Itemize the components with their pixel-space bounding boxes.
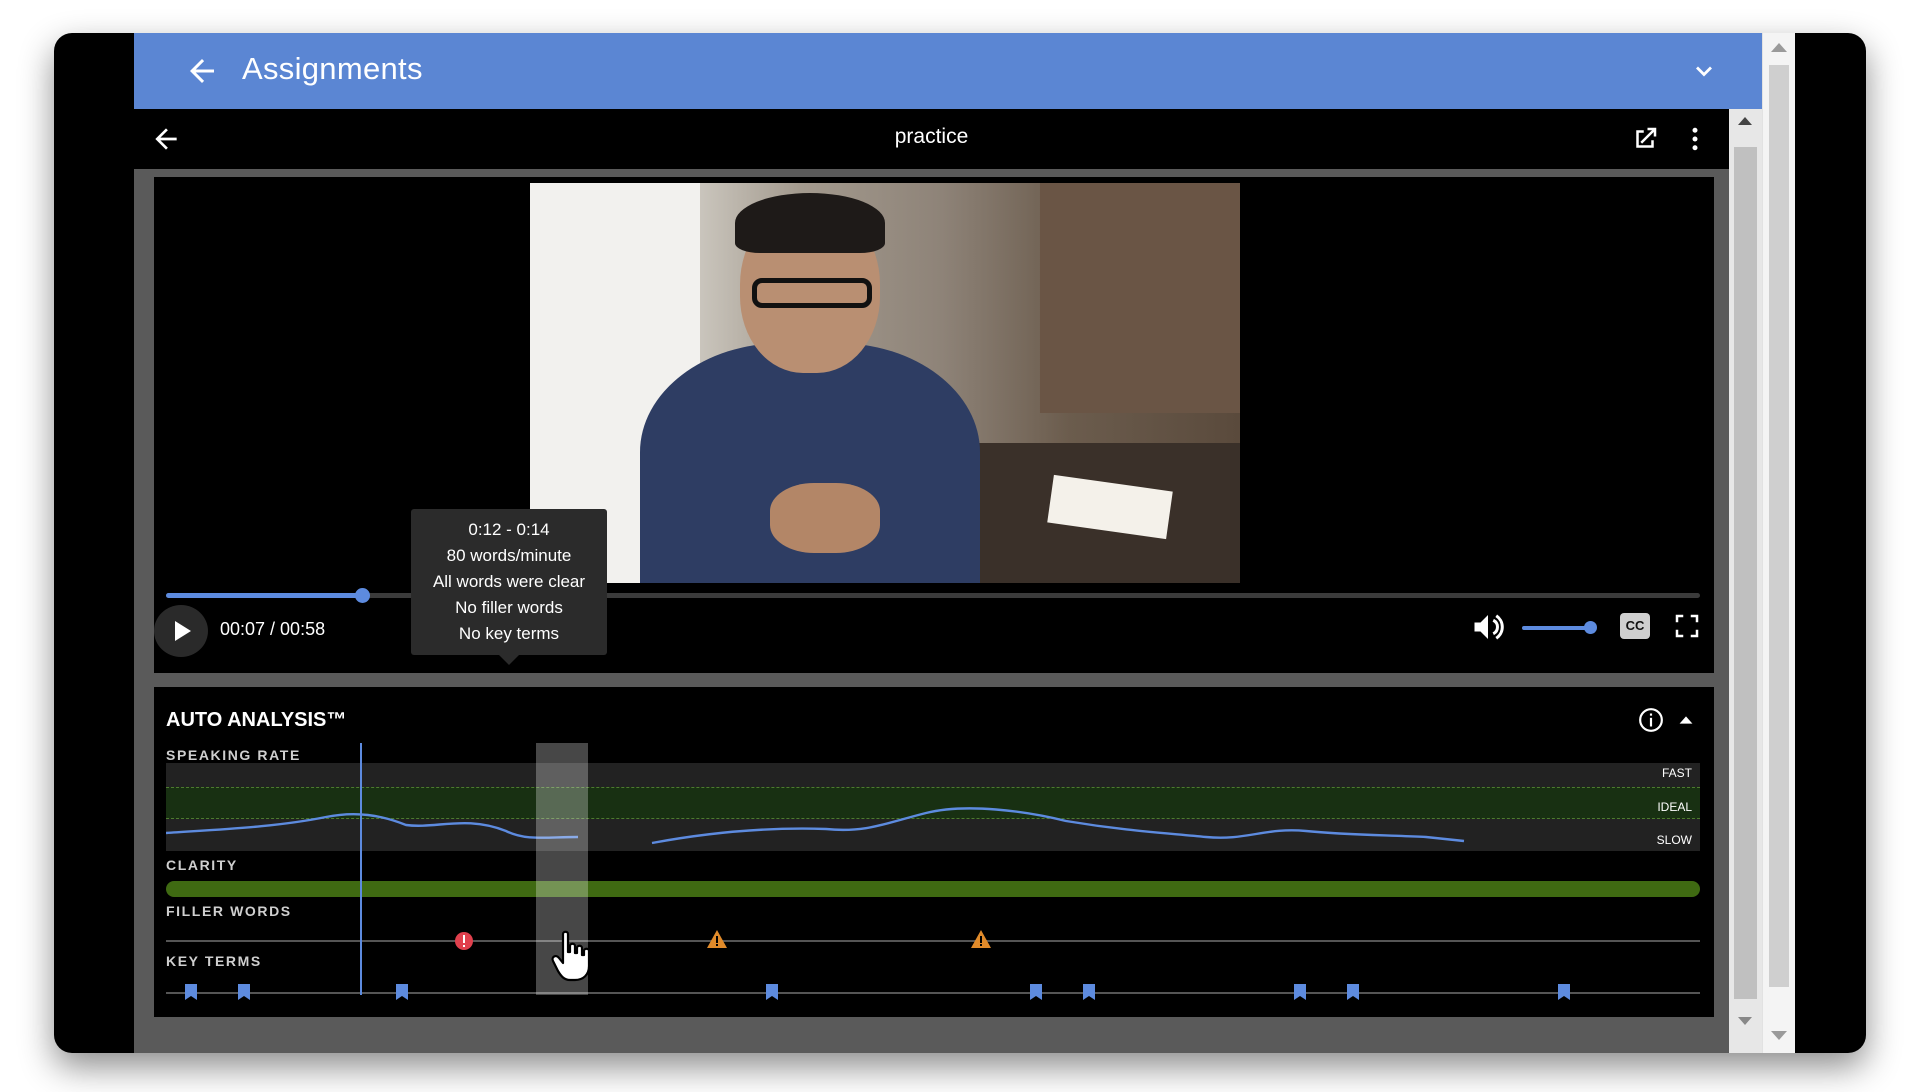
- filler-words-timeline: [166, 940, 1700, 942]
- presenter-hand: [770, 483, 880, 553]
- more-vertical-icon[interactable]: [1680, 124, 1710, 154]
- bookmark-icon[interactable]: [1083, 984, 1095, 1000]
- viewer-scrollbar[interactable]: [1729, 109, 1762, 1053]
- speaking-rate-label: SPEAKING RATE: [166, 747, 301, 763]
- volume-slider-handle[interactable]: [1584, 621, 1597, 634]
- video-frame[interactable]: [530, 183, 1240, 583]
- analysis-playhead: [360, 743, 362, 995]
- scroll-down-arrow-icon[interactable]: [1771, 1031, 1787, 1040]
- time-display: 00:07 / 00:58: [220, 619, 326, 639]
- fullscreen-icon[interactable]: [1672, 611, 1702, 641]
- presenter-hair: [735, 193, 885, 253]
- viewer-scrollbar-thumb[interactable]: [1734, 147, 1757, 999]
- bookmark-icon[interactable]: [1030, 984, 1042, 1000]
- auto-analysis-panel: AUTO ANALYSIS™ SPEAKING RATE FAST IDEAL …: [154, 687, 1714, 1017]
- info-icon[interactable]: [1638, 707, 1664, 733]
- viewer-title: practice: [894, 125, 969, 148]
- tooltip-key-terms: No key terms: [458, 624, 560, 643]
- volume-slider[interactable]: [1522, 626, 1590, 630]
- bookmark-icon[interactable]: [1294, 984, 1306, 1000]
- tooltip-filler: No filler words: [455, 598, 563, 617]
- app-header: Assignments: [134, 33, 1762, 109]
- collapse-up-icon[interactable]: [1674, 709, 1698, 731]
- seek-bar-handle[interactable]: [355, 588, 371, 603]
- clarity-bar: [166, 881, 1700, 897]
- open-external-icon[interactable]: [1630, 124, 1660, 154]
- bookmark-icon[interactable]: [396, 984, 408, 1000]
- volume-icon[interactable]: [1470, 609, 1506, 645]
- tooltip-clarity: All words were clear: [432, 572, 586, 591]
- back-arrow-icon[interactable]: [184, 53, 220, 89]
- scroll-up-arrow-icon[interactable]: [1771, 43, 1787, 52]
- app-window: Assignments practice 00:07 / 00:58 CC AU…: [54, 33, 1866, 1053]
- page-scrollbar[interactable]: [1762, 33, 1795, 1053]
- media-viewer: practice 00:07 / 00:58 CC AUTO ANALYSIS™…: [134, 109, 1762, 1053]
- analysis-title: AUTO ANALYSIS™: [166, 709, 347, 731]
- presenter-glasses: [752, 278, 872, 308]
- tooltip-rate: 80 words/minute: [446, 546, 572, 565]
- bookmark-icon[interactable]: [766, 984, 778, 1000]
- app-title: Assignments: [242, 51, 423, 86]
- seek-bar-fill: [166, 593, 363, 598]
- tooltip-arrow: [499, 655, 519, 665]
- captions-button[interactable]: CC: [1620, 613, 1650, 639]
- clarity-label: CLARITY: [166, 857, 238, 873]
- seek-bar[interactable]: [166, 588, 1700, 603]
- play-button[interactable]: [154, 605, 208, 657]
- bookmark-icon[interactable]: [1558, 984, 1570, 1000]
- filler-warning-icon[interactable]: [706, 929, 728, 949]
- segment-tooltip: 0:12 - 0:14 80 words/minute All words we…: [411, 509, 607, 665]
- tooltip-range: 0:12 - 0:14: [468, 520, 550, 539]
- filler-words-label: FILLER WORDS: [166, 903, 292, 919]
- hand-cursor-icon: [551, 930, 591, 982]
- assignments-app: Assignments practice 00:07 / 00:58 CC AU…: [134, 33, 1795, 1053]
- viewer-scroll-up-icon[interactable]: [1738, 117, 1752, 125]
- bookmark-icon[interactable]: [1347, 984, 1359, 1000]
- viewer-scroll-down-icon[interactable]: [1738, 1017, 1752, 1025]
- play-icon: [175, 621, 191, 641]
- key-terms-label: KEY TERMS: [166, 953, 262, 969]
- viewer-toolbar: practice: [134, 109, 1729, 169]
- filler-warning-icon[interactable]: [970, 929, 992, 949]
- video-player: 00:07 / 00:58 CC: [154, 177, 1714, 673]
- chevron-down-icon[interactable]: [1690, 57, 1718, 85]
- speaking-rate-line: [166, 807, 1465, 845]
- cabinet-image: [1040, 183, 1240, 413]
- bookmark-icon[interactable]: [238, 984, 250, 1000]
- bookmark-icon[interactable]: [185, 984, 197, 1000]
- scrollbar-thumb[interactable]: [1769, 65, 1789, 987]
- filler-error-icon[interactable]: [454, 931, 474, 951]
